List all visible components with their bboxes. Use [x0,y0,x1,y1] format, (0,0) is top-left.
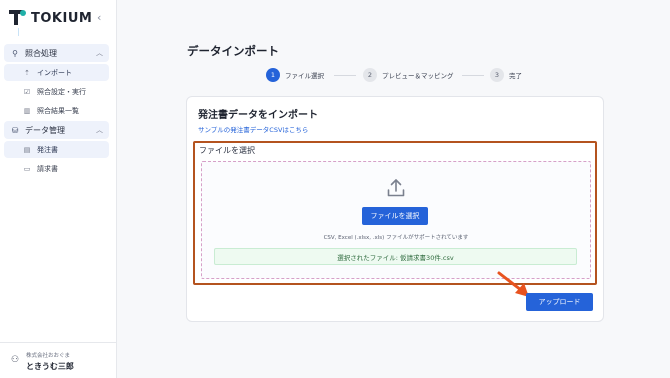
user-icon: ⚇ [11,355,20,365]
step-number: 1 [266,68,280,82]
chevron-up-icon: ︿ [96,126,103,134]
step-label: 完了 [509,72,522,80]
sample-csv-link[interactable]: サンプルの発注書データCSVはこちら [198,124,308,134]
step-complete: 3 完了 [490,68,522,82]
checkbox-icon: ☑ [23,87,31,96]
selected-file-status: 選択されたファイル: 仮請求書30件.csv [214,248,577,265]
user-name: ときうむ三郎 [26,362,74,371]
page-title: データインポート [187,44,279,58]
sidebar-item-invoices[interactable]: ▭ 請求書 [4,160,109,177]
step-file-select: 1 ファイル選択 [266,68,324,82]
sidebar: TOKIUM ‹ ⚲ 照合処理 ︿ ⇡ インポート ☑ 照合設定・実行 ▥ 照合… [0,0,117,378]
supported-formats-text: CSV, Excel (.xlsx, .xls) ファイルがサポートされています [323,235,469,241]
step-label: ファイル選択 [285,72,324,80]
sidebar-item-import[interactable]: ⇡ インポート [4,64,109,81]
document-icon: ▤ [23,145,31,154]
sidebar-item-matching-settings[interactable]: ☑ 照合設定・実行 [4,83,109,100]
step-number: 3 [490,68,504,82]
logo-text: TOKIUM [31,10,93,26]
divider [18,28,19,36]
sidebar-item-label: インポート [37,68,72,77]
sidebar-item-purchase-orders[interactable]: ▤ 発注書 [4,141,109,158]
company-name: 株式会社おおぐま [26,353,71,359]
sidebar-item-label: 発注書 [37,145,58,154]
chart-icon: ▥ [23,106,31,115]
step-connector [334,75,356,76]
step-preview-mapping: 2 プレビュー＆マッピング [363,68,454,82]
user-profile[interactable]: ⚇ 株式会社おおぐま ときうむ三郎 [0,342,116,378]
logo[interactable]: TOKIUM [9,10,92,26]
stepper: 1 ファイル選択 2 プレビュー＆マッピング 3 完了 [266,68,536,84]
sidebar-group-label: データ管理 [25,125,65,135]
card-icon: ▭ [23,164,31,173]
sidebar-nav: ⚲ 照合処理 ︿ ⇡ インポート ☑ 照合設定・実行 ▥ 照合結果一覧 ⛁ デー… [4,44,109,179]
collapse-sidebar-icon[interactable]: ‹ [97,11,101,24]
card-title: 発注書データをインポート [198,110,318,121]
chevron-up-icon: ︿ [96,49,103,57]
upload-icon: ⇡ [24,68,30,77]
sidebar-group-data[interactable]: ⛁ データ管理 ︿ [4,121,109,139]
sidebar-item-label: 照合設定・実行 [37,87,86,96]
sidebar-item-matching-results[interactable]: ▥ 照合結果一覧 [4,102,109,119]
step-connector [462,75,484,76]
sidebar-item-label: 請求書 [37,164,58,173]
database-icon: ⛁ [11,125,19,135]
flow-icon: ⚲ [12,48,18,58]
step-label: プレビュー＆マッピング [382,72,454,80]
upload-button[interactable]: アップロード [526,293,593,311]
sidebar-group-label: 照合処理 [25,48,57,58]
choose-file-button[interactable]: ファイルを選択 [362,207,428,225]
sidebar-group-matching[interactable]: ⚲ 照合処理 ︿ [4,44,109,62]
logo-icon [9,10,27,26]
upload-icon [387,179,405,197]
sidebar-item-label: 照合結果一覧 [37,106,79,115]
file-select-label: ファイルを選択 [199,146,255,155]
step-number: 2 [363,68,377,82]
